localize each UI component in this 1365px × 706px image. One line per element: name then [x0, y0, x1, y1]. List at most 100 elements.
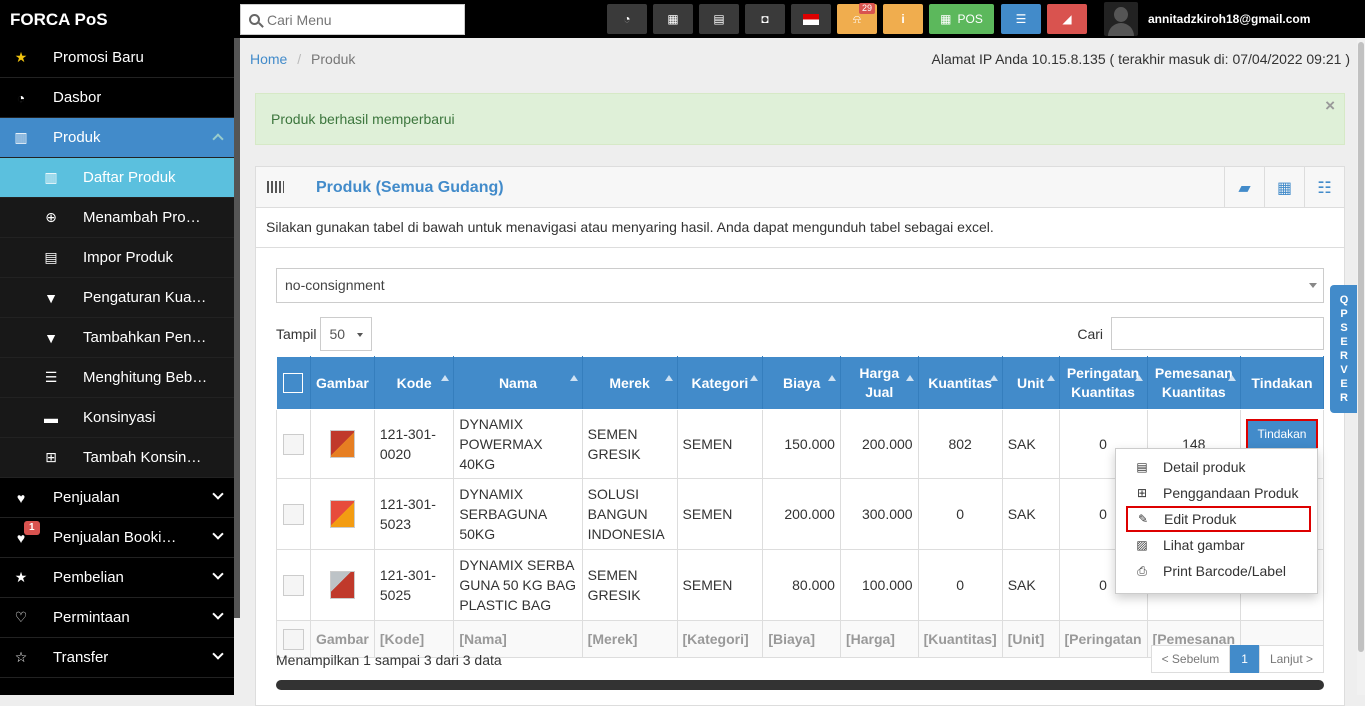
calendar-button[interactable]: ▤: [699, 4, 739, 34]
sidebar-item-konsinyasi[interactable]: ▬ Konsinyasi: [0, 398, 234, 438]
cell-kategori: SEMEN: [676, 409, 764, 479]
footer-kategori[interactable]: [Kategori]: [676, 620, 764, 658]
sidebar-item-penjualan[interactable]: ♥ Penjualan: [0, 478, 234, 518]
ip-info: Alamat IP Anda 10.15.8.135 ( terakhir ma…: [931, 51, 1350, 67]
file-icon: ▤: [44, 249, 58, 265]
breadcrumb-home[interactable]: Home: [250, 51, 287, 67]
row-checkbox-cell[interactable]: [276, 409, 311, 479]
calculator-button[interactable]: ▦: [653, 4, 693, 34]
page-scrollbar[interactable]: [1357, 38, 1365, 695]
col-peringatan[interactable]: Peringatan Kuantitas: [1058, 356, 1148, 410]
row-checkbox[interactable]: [282, 433, 304, 455]
col-kode[interactable]: Kode: [373, 356, 455, 410]
col-kuantitas[interactable]: Kuantitas: [917, 356, 1003, 410]
sidebar-item-transfer[interactable]: ☆ Transfer: [0, 638, 234, 678]
info-button[interactable]: i: [883, 4, 923, 34]
dashboard-button[interactable]: ◔: [607, 4, 647, 34]
image-cell[interactable]: [309, 478, 375, 550]
col-merek-label: Merek: [609, 374, 650, 391]
list-button[interactable]: ☰: [1001, 4, 1041, 34]
row-checkbox[interactable]: [282, 503, 304, 525]
row-checkbox-cell[interactable]: [276, 478, 311, 550]
book-button[interactable]: ▰: [1224, 167, 1264, 208]
footer-merek[interactable]: [Merek]: [581, 620, 678, 658]
heart-icon: ♥: [16, 489, 26, 506]
user-menu[interactable]: annitadzkiroh18@gmail.com: [1104, 2, 1310, 36]
row-checkbox-cell[interactable]: [276, 549, 311, 621]
col-harga[interactable]: Harga Jual: [839, 356, 919, 410]
horizontal-scrollbar[interactable]: [276, 680, 1324, 690]
menu-item-penggandaan-produk[interactable]: ⊞ Penggandaan Produk: [1116, 480, 1317, 506]
col-unit[interactable]: Unit: [1001, 356, 1060, 410]
eraser-icon: ◢: [1062, 12, 1072, 26]
col-gambar[interactable]: Gambar: [309, 356, 375, 410]
building-button[interactable]: ▦: [1264, 167, 1304, 208]
next-page-button[interactable]: Lanjut >: [1258, 645, 1324, 673]
close-icon[interactable]: ×: [1325, 96, 1335, 116]
page-1-button[interactable]: 1: [1230, 645, 1259, 673]
panel-header: Produk (Semua Gudang) ▰ ▦ ☷: [256, 167, 1344, 208]
info-icon: i: [901, 12, 905, 26]
panel-intro: Silakan gunakan tabel di bawah untuk men…: [266, 219, 994, 235]
product-thumbnail[interactable]: [329, 430, 355, 458]
eraser-button[interactable]: ◢: [1047, 4, 1087, 34]
col-nama[interactable]: Nama: [453, 356, 583, 410]
footer-unit[interactable]: [Unit]: [1001, 620, 1060, 658]
sidebar-item-tambahkan-penyesuaian[interactable]: ▼Tambahkan Penyesuaian: [0, 318, 234, 358]
sidebar-item-permintaan[interactable]: ♡ Permintaan: [0, 598, 234, 638]
menu-item-edit-produk[interactable]: ✎ Edit Produk: [1126, 506, 1311, 532]
col-biaya[interactable]: Biaya: [762, 356, 841, 410]
sidebar-item-pengaturan-kuantitas[interactable]: ▼Pengaturan Kuantitas: [0, 278, 234, 318]
sort-icon: [1228, 375, 1237, 381]
brand-logo[interactable]: FORCA PoS: [10, 10, 108, 30]
image-cell[interactable]: [309, 549, 375, 621]
footer-checkbox[interactable]: [282, 628, 304, 650]
row-checkbox[interactable]: [282, 574, 304, 596]
sidebar-item-tambah-konsinyasi[interactable]: ⊞ Tambah Konsinyasi: [0, 438, 234, 478]
menu-item-lihat-gambar[interactable]: ▨ Lihat gambar: [1116, 532, 1317, 558]
menu-search[interactable]: [240, 4, 465, 35]
menu-item-detail-produk[interactable]: ▤ Detail produk: [1116, 454, 1317, 480]
divider: [256, 247, 1344, 248]
cell-merek: SOLUSI BANGUN INDONESIA: [581, 478, 678, 550]
sidebar-item-menghitung-beban[interactable]: ☰ Menghitung Beban: [0, 358, 234, 398]
dashboard-icon: ◔: [623, 12, 631, 26]
col-merek[interactable]: Merek: [581, 356, 678, 410]
qp-server-tab[interactable]: QP SERVER: [1330, 285, 1358, 413]
sidebar-item-produk[interactable]: ▥ Produk: [0, 118, 234, 158]
sidebar-item-daftar-produk[interactable]: ▥ Daftar Produk: [0, 158, 234, 198]
sidebar-item-pembelian[interactable]: ★ Pembelian: [0, 558, 234, 598]
col-peringatan-label: Peringatan Kuantitas: [1066, 365, 1140, 400]
pos-button[interactable]: ▦ POS: [929, 4, 994, 34]
sidebar-item-menambah-produk[interactable]: ⊕ Menambah Produk: [0, 198, 234, 238]
col-pemesanan[interactable]: Pemesanan Kuantitas: [1146, 356, 1242, 410]
tasks-button[interactable]: ☷: [1304, 167, 1344, 208]
footer-biaya[interactable]: [Biaya]: [762, 620, 841, 658]
product-thumbnail[interactable]: [329, 500, 355, 528]
sidebar-item-promosi[interactable]: ★ Promosi Baru: [0, 38, 234, 78]
prev-page-button[interactable]: < Sebelum: [1150, 645, 1231, 673]
qp-server-label: QP SERVER: [1339, 294, 1351, 404]
page-size-select[interactable]: 50: [320, 317, 373, 351]
select-all-header[interactable]: [276, 356, 311, 410]
table-search-input[interactable]: [1111, 317, 1324, 350]
sidebar-item-dasbor[interactable]: ◔ Dasbor: [0, 78, 234, 118]
cell-kuantitas: 0: [917, 478, 1003, 550]
sidebar-item-impor-produk[interactable]: ▤ Impor Produk: [0, 238, 234, 278]
col-kategori[interactable]: Kategori: [676, 356, 764, 410]
menu-item-print-barcode[interactable]: ⎙ Print Barcode/Label: [1116, 558, 1317, 584]
sort-icon: [664, 375, 673, 381]
image-cell[interactable]: [309, 409, 375, 479]
footer-peringatan[interactable]: [Peringatan: [1058, 620, 1148, 658]
page-scrollbar-thumb[interactable]: [1358, 42, 1364, 652]
product-thumbnail[interactable]: [329, 571, 355, 599]
select-all-checkbox[interactable]: [283, 373, 304, 393]
search-input[interactable]: [267, 11, 447, 28]
notifications-button[interactable]: ⍾ 29: [837, 3, 877, 34]
sidebar-item-penjualan-booking[interactable]: ♥ 1 Penjualan Booking: [0, 518, 234, 558]
language-button[interactable]: [791, 4, 831, 34]
footer-harga[interactable]: [Harga]: [839, 620, 919, 658]
consignment-filter[interactable]: no-consignment: [276, 268, 1324, 303]
html5-button[interactable]: ◘: [745, 4, 785, 34]
footer-kuantitas[interactable]: [Kuantitas]: [917, 620, 1003, 658]
